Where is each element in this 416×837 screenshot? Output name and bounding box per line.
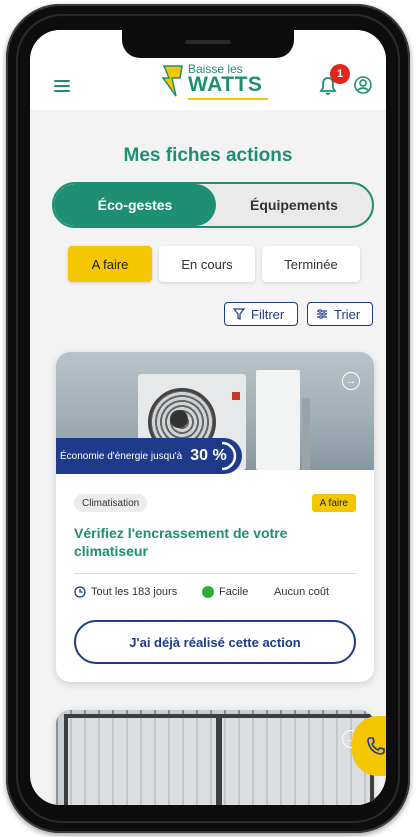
category-chip: Climatisation (74, 494, 148, 512)
page-title: Mes fiches actions (123, 145, 293, 166)
ac-label (232, 392, 240, 400)
clock-icon (74, 586, 86, 598)
savings-badge: Économie d'énergie jusqu'à 30 % (56, 438, 242, 474)
frequency-meta: Tout les 183 jours (74, 586, 177, 598)
ac-side-panel (256, 370, 300, 470)
filter-terminee[interactable]: Terminée (262, 246, 360, 282)
logo-underline (188, 98, 268, 100)
phone-icon (367, 737, 385, 755)
ac-fan-hub (170, 410, 188, 428)
card-divider (74, 573, 356, 574)
menu-icon[interactable] (54, 80, 70, 92)
filter-a-faire[interactable]: A faire (68, 246, 152, 282)
cost-meta: Aucun coût (274, 586, 329, 598)
filter-en-cours[interactable]: En cours (159, 246, 255, 282)
action-card-2[interactable]: → (56, 710, 374, 805)
tab-eco-gestes[interactable]: Éco-gestes (54, 184, 216, 226)
sort-label: Trier (334, 306, 361, 322)
card-image-2: → (56, 710, 374, 805)
sliders-icon (317, 309, 327, 319)
savings-label: Économie d'énergie jusqu'à (60, 450, 183, 462)
ac-pipe (302, 398, 310, 470)
filter-label: Filtrer (251, 306, 285, 322)
user-icon[interactable] (354, 76, 372, 94)
difficulty-meta: Facile (202, 586, 248, 598)
frequency-text: Tout les 183 jours (91, 586, 178, 598)
card-title[interactable]: Vérifiez l'encrassement de votre climati… (74, 524, 356, 560)
arrow-right-icon[interactable]: → (342, 372, 360, 390)
sort-button[interactable]: Trier (307, 302, 373, 326)
speaker-slot (185, 40, 231, 44)
funnel-icon (233, 308, 245, 320)
action-card[interactable]: → Économie d'énergie jusqu'à 30 % Climat… (56, 352, 374, 682)
already-done-button[interactable]: J'ai déjà réalisé cette action (74, 620, 356, 664)
notification-badge: 1 (330, 64, 350, 84)
logo-text-big: WATTS (188, 73, 263, 96)
lightning-icon (161, 65, 183, 97)
filter-button[interactable]: Filtrer (224, 302, 298, 326)
fridge-door-left (64, 714, 220, 805)
difficulty-text: Facile (219, 586, 249, 598)
cost-text: Aucun coût (274, 586, 330, 598)
phone-notch (122, 30, 294, 58)
fridge-door-right (218, 714, 374, 805)
app-screen: Baisse les WATTS 1 Mes fiches actions Éc… (30, 30, 386, 805)
app-logo[interactable]: Baisse les WATTS (160, 60, 270, 102)
tab-switch: Éco-gestes Équipements (52, 182, 374, 228)
state-chip: A faire (311, 494, 356, 512)
progress-ring-icon (221, 441, 237, 471)
difficulty-dot-icon (202, 586, 214, 598)
tab-equipements[interactable]: Équipements (216, 184, 372, 226)
